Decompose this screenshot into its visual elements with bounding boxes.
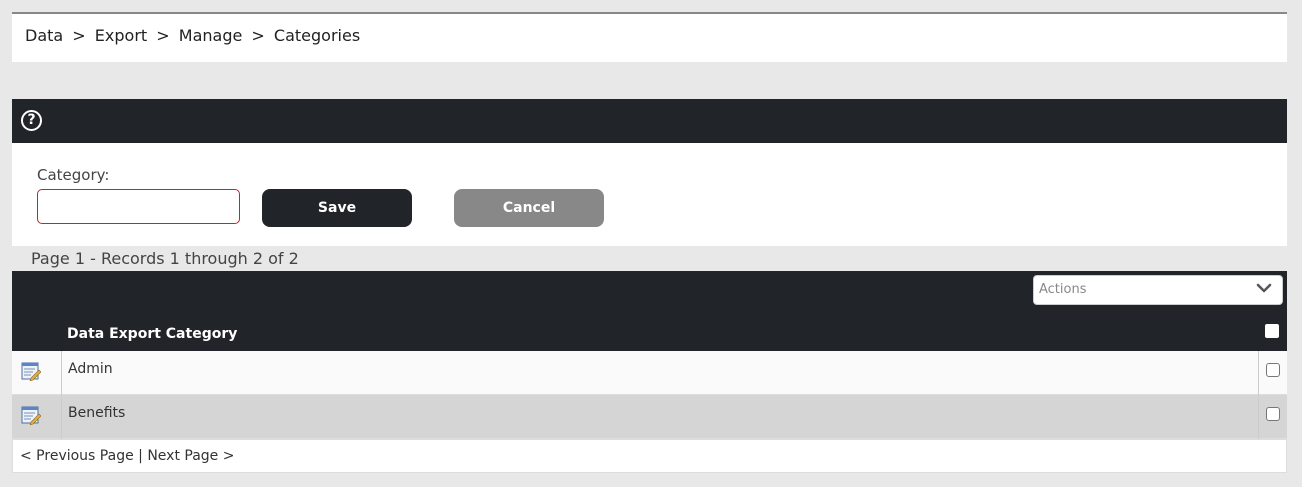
column-header-category[interactable]: Data Export Category — [67, 326, 237, 342]
help-circle-icon[interactable]: ? — [21, 110, 42, 131]
breadcrumb-separator: > — [251, 26, 265, 45]
breadcrumb-separator: > — [156, 26, 170, 45]
table-row: Admin — [12, 351, 1287, 395]
edit-cell — [12, 395, 62, 439]
category-form: Category: Save Cancel — [12, 143, 1287, 246]
edit-icon[interactable] — [21, 405, 41, 425]
edit-icon[interactable] — [21, 361, 41, 381]
previous-page-link[interactable]: < Previous Page — [20, 448, 134, 464]
breadcrumb-item-manage[interactable]: Manage — [179, 26, 243, 45]
edit-cell — [12, 351, 62, 395]
category-name: Admin — [68, 361, 113, 377]
chevron-down-icon — [1256, 283, 1272, 293]
next-page-link[interactable]: Next Page > — [147, 448, 234, 464]
checkbox-cell — [1258, 351, 1287, 395]
row-checkbox[interactable] — [1266, 407, 1280, 421]
breadcrumb-item-categories: Categories — [273, 26, 361, 45]
breadcrumb-separator: > — [72, 26, 86, 45]
select-all-checkbox[interactable] — [1265, 324, 1279, 338]
table-row: Benefits — [12, 395, 1287, 439]
category-label: Category: — [37, 166, 110, 184]
help-bar: ? — [12, 99, 1287, 143]
cancel-button[interactable]: Cancel — [454, 189, 604, 227]
actions-dropdown-label: Actions — [1039, 282, 1087, 297]
category-input[interactable] — [37, 189, 240, 224]
breadcrumb-item-export[interactable]: Export — [95, 26, 147, 45]
row-checkbox[interactable] — [1266, 363, 1280, 377]
category-name: Benefits — [68, 405, 126, 421]
breadcrumb: Data > Export > Manage > Categories — [12, 12, 1287, 62]
breadcrumb-item-data[interactable]: Data — [25, 26, 63, 45]
pager-divider: | — [138, 448, 143, 464]
records-info: Page 1 - Records 1 through 2 of 2 — [31, 249, 299, 268]
save-button[interactable]: Save — [262, 189, 412, 227]
pager: < Previous Page | Next Page > — [12, 439, 1287, 473]
checkbox-cell — [1258, 395, 1287, 439]
actions-dropdown[interactable]: Actions — [1033, 275, 1283, 305]
grid-header: Actions Data Export Category — [12, 271, 1287, 351]
